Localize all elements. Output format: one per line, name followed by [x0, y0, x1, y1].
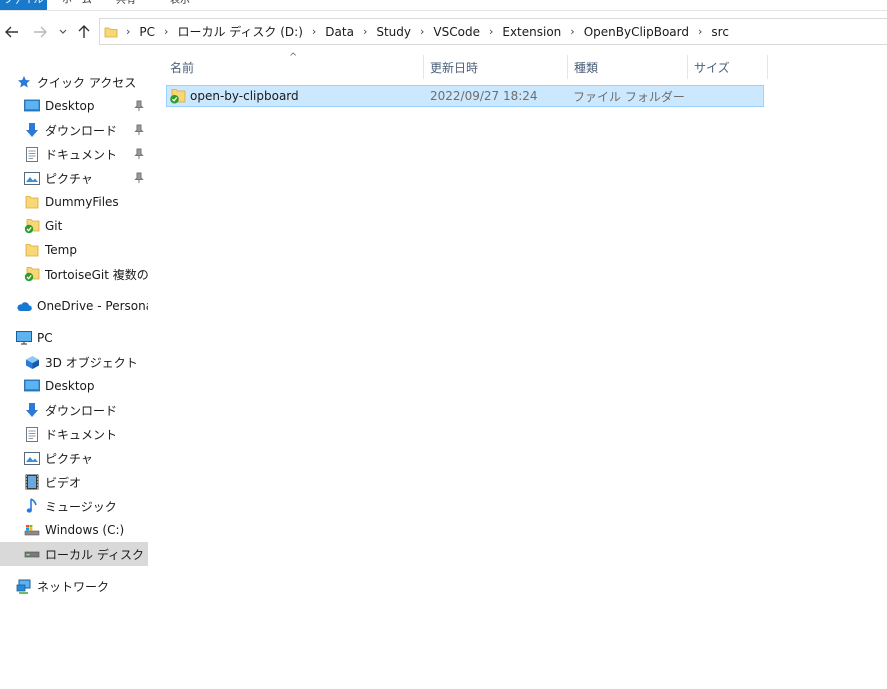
document-icon: [24, 426, 40, 442]
column-header-size[interactable]: サイズ: [688, 55, 768, 79]
breadcrumb-openbyclipboard[interactable]: › OpenByClipBoard: [570, 25, 698, 39]
breadcrumb-local-disk-d[interactable]: › ローカル ディスク (D:): [164, 23, 312, 40]
chevron-right-icon: ›: [420, 25, 425, 38]
git-folder-icon: [169, 86, 186, 106]
breadcrumb-data[interactable]: › Data: [312, 25, 363, 39]
picture-icon: [24, 170, 40, 186]
nav-pc-music[interactable]: ミュージック: [0, 494, 148, 518]
pin-icon[interactable]: [134, 148, 144, 160]
cube-icon: [24, 354, 40, 370]
address-bar[interactable]: › PC › ローカル ディスク (D:) › Data › Study › VSCode…: [99, 18, 887, 45]
folder-icon: [104, 27, 118, 37]
desktop-icon: [24, 98, 40, 114]
chevron-down-icon: [59, 29, 67, 34]
column-header-name[interactable]: 名前: [164, 55, 424, 79]
nav-quick-downloads[interactable]: ダウンロード: [0, 118, 148, 142]
nav-pc-local-disk-d[interactable]: ローカル ディスク (D:): [0, 542, 148, 566]
music-note-icon: [24, 498, 40, 514]
folder-icon: [24, 194, 40, 210]
nav-pc-documents[interactable]: ドキュメント: [0, 422, 148, 446]
arrow-right-icon: [34, 26, 47, 38]
computer-icon: [16, 330, 32, 346]
nav-pc-videos[interactable]: ビデオ: [0, 470, 148, 494]
download-icon: [24, 402, 40, 418]
nav-network[interactable]: ネットワーク: [0, 574, 148, 598]
pin-icon[interactable]: [134, 124, 144, 136]
file-name: open-by-clipboard: [190, 89, 299, 103]
nav-pc-desktop[interactable]: Desktop: [0, 374, 148, 398]
ribbon: ファイル ホーム 共有 表示: [0, 0, 887, 11]
breadcrumb-src[interactable]: › src: [698, 25, 738, 39]
nav-quick-tortoisegit[interactable]: TortoiseGit 複数のコ: [0, 262, 148, 286]
ribbon-tab-view[interactable]: 表示: [170, 0, 190, 10]
ribbon-tab-share[interactable]: 共有: [116, 0, 136, 10]
film-icon: [24, 474, 40, 490]
forward-button[interactable]: [30, 21, 50, 43]
arrow-left-icon: [5, 26, 18, 38]
column-header-type[interactable]: 種類: [568, 55, 688, 79]
system-drive-icon: [24, 522, 40, 538]
column-header-modified[interactable]: 更新日時: [424, 55, 568, 79]
star-icon: [16, 74, 32, 90]
git-folder-icon: [24, 218, 40, 234]
chevron-right-icon: ›: [362, 25, 368, 38]
nav-pc-3d-objects[interactable]: 3D オブジェクト: [0, 350, 148, 374]
column-divider[interactable]: [767, 55, 768, 79]
breadcrumb-vscode[interactable]: › VSCode: [420, 25, 489, 39]
folder-icon: [24, 242, 40, 258]
drive-icon: [24, 546, 40, 562]
chevron-right-icon: ›: [698, 25, 703, 38]
pin-icon[interactable]: [134, 100, 144, 112]
network-icon: [16, 578, 32, 594]
document-icon: [24, 146, 40, 162]
chevron-right-icon: ›: [164, 25, 169, 38]
git-folder-icon: [24, 266, 40, 282]
chevron-right-icon: ›: [311, 25, 317, 38]
nav-pc-downloads[interactable]: ダウンロード: [0, 398, 148, 422]
ribbon-tab-file[interactable]: ファイル: [0, 0, 47, 10]
nav-quick-git[interactable]: Git: [0, 214, 148, 238]
download-icon: [24, 122, 40, 138]
recent-locations-button[interactable]: [55, 21, 71, 43]
back-button[interactable]: [2, 21, 22, 43]
nav-quick-temp[interactable]: Temp: [0, 238, 148, 262]
nav-pc-windows-c[interactable]: Windows (C:): [0, 518, 148, 542]
nav-pc-pictures[interactable]: ピクチャ: [0, 446, 148, 470]
file-type: ファイル フォルダー: [573, 89, 685, 104]
breadcrumb-extension[interactable]: › Extension: [489, 25, 570, 39]
nav-quick-desktop[interactable]: Desktop: [0, 94, 148, 118]
breadcrumb-study[interactable]: › Study: [363, 25, 420, 39]
arrow-up-icon: [78, 25, 90, 38]
chevron-right-icon: ›: [488, 25, 494, 38]
nav-onedrive[interactable]: OneDrive - Personal: [0, 294, 148, 318]
desktop-icon: [24, 378, 40, 394]
ribbon-tab-home[interactable]: ホーム: [62, 0, 92, 10]
breadcrumb-pc[interactable]: › PC: [126, 25, 164, 39]
pin-icon[interactable]: [134, 172, 144, 184]
picture-icon: [24, 450, 40, 466]
file-modified: 2022/09/27 18:24: [430, 89, 538, 103]
nav-quick-pictures[interactable]: ピクチャ: [0, 166, 148, 190]
nav-quick-dummyfiles[interactable]: DummyFiles: [0, 190, 148, 214]
chevron-right-icon: ›: [126, 25, 131, 38]
chevron-right-icon: ›: [570, 25, 575, 38]
file-row[interactable]: open-by-clipboard 2022/09/27 18:24 ファイル …: [166, 85, 764, 107]
nav-pc[interactable]: PC: [0, 326, 148, 350]
cloud-icon: [16, 298, 32, 314]
nav-quick-documents[interactable]: ドキュメント: [0, 142, 148, 166]
nav-quick-access[interactable]: クイック アクセス: [0, 70, 148, 94]
up-button[interactable]: [74, 21, 94, 43]
